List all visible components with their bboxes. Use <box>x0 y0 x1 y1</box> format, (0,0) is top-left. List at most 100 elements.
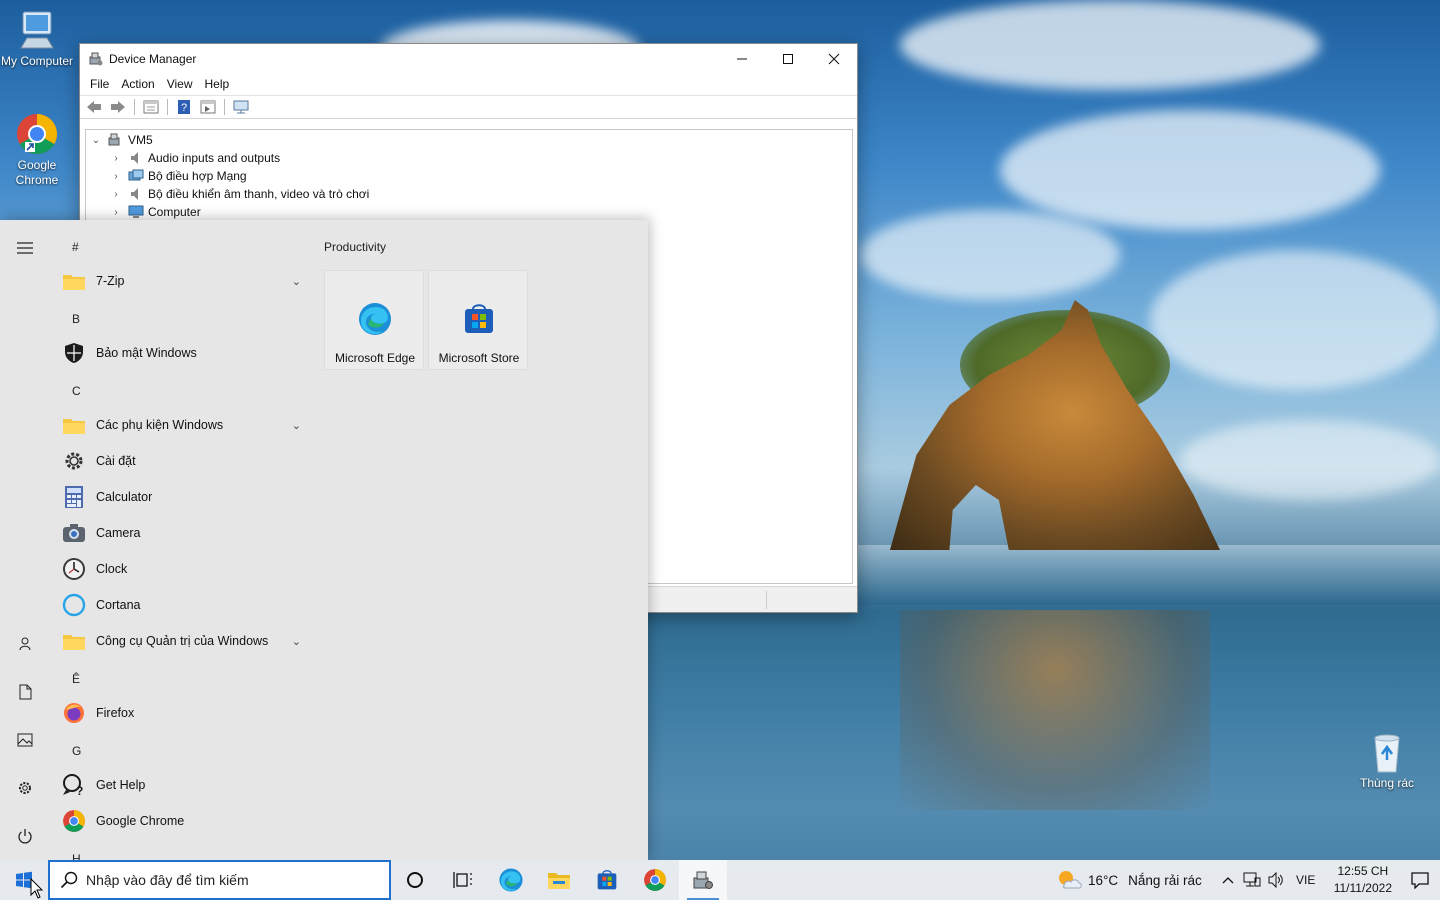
chevron-down-icon[interactable]: ⌄ <box>292 419 301 432</box>
expand-chevron-icon[interactable]: › <box>110 153 122 164</box>
taskbar-chrome[interactable] <box>631 860 679 900</box>
close-button[interactable] <box>811 44 857 73</box>
language-indicator[interactable]: VIE <box>1288 860 1324 900</box>
app-get-help[interactable]: ? Get Help <box>62 768 307 802</box>
app-label: Clock <box>96 562 128 576</box>
view-button[interactable] <box>198 98 218 116</box>
app-label: Các phụ kiện Windows <box>96 418 224 432</box>
weather-partly-sunny-icon <box>1059 871 1082 889</box>
taskbar-edge[interactable] <box>487 860 535 900</box>
maximize-button[interactable] <box>765 44 811 73</box>
power-button[interactable] <box>13 824 37 848</box>
app-label: Google Chrome <box>96 814 185 828</box>
section-letter[interactable]: G <box>72 744 81 758</box>
pictures-icon <box>17 733 33 747</box>
tree-label: Bộ điều khiển âm thanh, video và trò chơ… <box>148 187 370 201</box>
tile-label: Microsoft Edge <box>334 351 416 365</box>
app-settings[interactable]: Cài đặt <box>62 444 307 478</box>
desktop-icon-recycle-bin[interactable]: Thùng rác <box>1350 730 1424 791</box>
mouse-cursor-icon <box>30 878 44 899</box>
desktop-icon-my-computer[interactable]: My Computer <box>0 8 74 69</box>
search-input[interactable] <box>86 872 366 888</box>
section-letter[interactable]: C <box>72 384 81 398</box>
properties-button[interactable] <box>141 98 161 116</box>
expand-chevron-icon[interactable]: › <box>110 207 122 218</box>
weather-widget[interactable]: 16°C Nắng rải rác <box>1056 868 1202 892</box>
expand-menu-button[interactable] <box>13 236 37 260</box>
section-letter[interactable]: Ê <box>72 672 80 686</box>
notifications-button[interactable] <box>1400 860 1440 900</box>
system-tray: 16°C Nắng rải rác VIE 12:55 CH 11/11/202… <box>1056 860 1440 900</box>
tree-root-vm5[interactable]: ⌄ VM5 <box>90 131 153 149</box>
notification-icon <box>1411 872 1429 889</box>
menu-action[interactable]: Action <box>115 77 160 91</box>
task-view-button[interactable] <box>439 860 487 900</box>
recycle-bin-icon <box>1374 734 1400 773</box>
menu-view[interactable]: View <box>161 77 199 91</box>
hamburger-icon <box>17 242 33 254</box>
tree-node-network[interactable]: › Bộ điều hợp Mạng <box>110 167 246 185</box>
document-icon <box>19 684 32 700</box>
settings-button[interactable] <box>13 776 37 800</box>
forward-button[interactable] <box>108 98 128 116</box>
help-button[interactable]: ? <box>174 98 194 116</box>
collapse-chevron-icon[interactable]: ⌄ <box>90 135 102 146</box>
back-button[interactable] <box>84 98 104 116</box>
cortana-circle-icon <box>407 872 423 888</box>
clock-button[interactable]: 12:55 CH 11/11/2022 <box>1334 863 1392 897</box>
app-google-chrome[interactable]: Google Chrome <box>62 804 307 838</box>
menu-help[interactable]: Help <box>199 77 236 91</box>
app-clock[interactable]: Clock <box>62 552 307 586</box>
show-hidden-icons-button[interactable] <box>1216 860 1240 900</box>
chevron-down-icon[interactable]: ⌄ <box>292 635 301 648</box>
chevron-down-icon[interactable]: ⌄ <box>292 275 301 288</box>
taskbar-device-manager[interactable] <box>679 860 727 900</box>
shield-icon <box>65 343 83 363</box>
tile-microsoft-store[interactable]: Microsoft Store <box>428 270 528 370</box>
tree-node-computer[interactable]: › Computer <box>110 203 200 221</box>
minimize-button[interactable] <box>719 44 765 73</box>
expand-chevron-icon[interactable]: › <box>110 171 122 182</box>
app-label: Calculator <box>96 490 153 504</box>
tile-group-title[interactable]: Productivity <box>324 240 386 254</box>
chrome-icon <box>644 869 666 891</box>
app-cortana[interactable]: Cortana <box>62 588 307 622</box>
chrome-icon <box>17 114 57 154</box>
app-label: Bảo mật Windows <box>96 346 197 360</box>
scan-hardware-button[interactable] <box>231 98 251 116</box>
section-letter[interactable]: # <box>72 240 79 254</box>
cortana-button[interactable] <box>391 860 439 900</box>
app-calculator[interactable]: Calculator <box>62 480 307 514</box>
section-letter[interactable]: H <box>72 852 81 860</box>
forward-arrow-icon <box>111 101 125 113</box>
volume-button[interactable] <box>1264 860 1288 900</box>
tile-microsoft-edge[interactable]: Microsoft Edge <box>324 270 424 370</box>
expand-chevron-icon[interactable]: › <box>110 189 122 200</box>
section-letter[interactable]: B <box>72 312 80 326</box>
tree-node-sound-video[interactable]: › Bộ điều khiển âm thanh, video và trò c… <box>110 185 369 203</box>
toolbar: ? <box>80 95 857 119</box>
taskbar-file-explorer[interactable] <box>535 860 583 900</box>
app-windows-accessories[interactable]: Các phụ kiện Windows ⌄ <box>62 408 307 442</box>
pictures-button[interactable] <box>13 728 37 752</box>
tile-label: Microsoft Store <box>438 351 520 365</box>
search-box[interactable] <box>48 860 391 900</box>
title-bar[interactable]: Device Manager <box>80 44 857 73</box>
back-arrow-icon <box>87 101 101 113</box>
app-camera[interactable]: Camera <box>62 516 307 550</box>
app-windows-security[interactable]: Bảo mật Windows <box>62 336 307 370</box>
app-firefox[interactable]: Firefox <box>62 696 307 730</box>
monitor-icon <box>128 205 144 218</box>
taskbar-store[interactable] <box>583 860 631 900</box>
desktop-icon-google-chrome[interactable]: Google Chrome <box>0 112 74 188</box>
computer-icon <box>108 133 120 146</box>
monitor-icon <box>20 11 54 49</box>
tree-node-audio[interactable]: › Audio inputs and outputs <box>110 149 280 167</box>
network-button[interactable] <box>1240 860 1264 900</box>
app-windows-admin-tools[interactable]: Công cụ Quản trị của Windows ⌄ <box>62 624 307 658</box>
documents-button[interactable] <box>13 680 37 704</box>
menu-file[interactable]: File <box>84 77 115 91</box>
user-account-button[interactable] <box>13 632 37 656</box>
monitor-scan-icon <box>233 100 249 114</box>
app-7zip[interactable]: 7-Zip ⌄ <box>62 264 307 298</box>
